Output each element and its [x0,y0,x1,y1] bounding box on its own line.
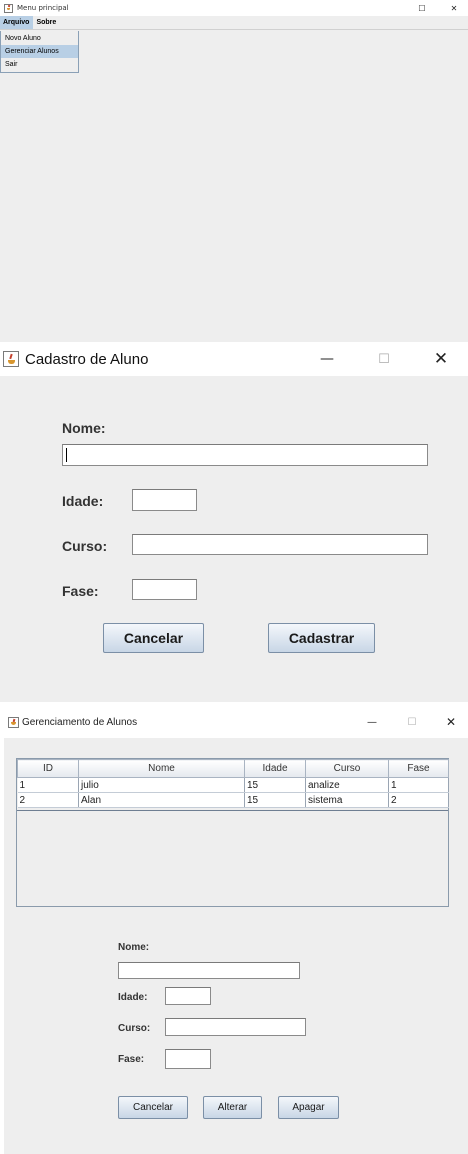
cancelar-button[interactable]: Cancelar [118,1096,188,1119]
text-cursor [66,448,67,462]
menu-bar: Arquivo Sobre [0,16,468,30]
menu-item-sair[interactable]: Sair [1,58,78,71]
nome-label: Nome: [62,420,106,436]
java-cup-icon [3,351,19,367]
title-bar: Menu principal ☐ ✕ [0,0,468,16]
idade-label: Idade: [118,992,148,1003]
cancelar-button[interactable]: Cancelar [103,623,204,653]
curso-field[interactable] [165,1018,306,1036]
minimize-icon[interactable]: — [360,706,384,738]
column-header-curso[interactable]: Curso [305,759,389,778]
table-row[interactable]: 2 Alan 15 sistema 2 [17,792,449,808]
idade-label: Idade: [62,493,104,509]
arquivo-dropdown: Novo Aluno Gerenciar Alunos Sair [0,31,79,73]
cadastrar-button[interactable]: Cadastrar [268,623,375,653]
window-title: Menu principal [17,4,69,12]
menu-arquivo[interactable]: Arquivo [0,16,34,29]
table-bottom-border [17,810,448,811]
table-cell[interactable]: 15 [244,792,306,808]
apagar-button[interactable]: Apagar [278,1096,339,1119]
title-bar: Cadastro de Aluno — ☐ ✕ [0,342,468,376]
window-title: Gerenciamento de Alunos [22,716,138,728]
table-cell[interactable]: julio [78,777,245,793]
close-icon[interactable]: ✕ [440,706,462,738]
minimize-icon[interactable]: — [312,342,342,376]
table-cell[interactable]: sistema [305,792,389,808]
column-header-idade[interactable]: Idade [244,759,306,778]
java-cup-icon [8,716,19,728]
menu-item-gerenciar-alunos[interactable]: Gerenciar Alunos [1,45,78,58]
fase-field[interactable] [132,579,197,600]
idade-field[interactable] [165,987,211,1005]
menu-principal-window: Menu principal ☐ ✕ Arquivo Sobre Novo Al… [0,0,468,342]
table-cell[interactable]: 2 [388,792,449,808]
nome-label: Nome: [118,942,150,953]
curso-label: Curso: [62,538,108,554]
curso-label: Curso: [118,1023,151,1034]
java-cup-icon [4,3,13,13]
gerenciamento-alunos-window: Gerenciamento de Alunos — ☐ ✕ ID Nome Id… [4,706,468,1154]
fase-label: Fase: [118,1054,145,1065]
menu-sobre[interactable]: Sobre [33,16,60,29]
close-icon[interactable]: ✕ [446,0,462,16]
maximize-icon[interactable]: ☐ [370,342,398,376]
table-cell[interactable]: 15 [244,777,306,793]
column-header-nome[interactable]: Nome [78,759,245,778]
column-header-id[interactable]: ID [17,759,79,778]
column-header-fase[interactable]: Fase [388,759,449,778]
table-scroll-pane[interactable]: ID Nome Idade Curso Fase 1 julio 15 anal… [16,758,449,907]
maximize-icon[interactable]: ☐ [402,706,422,738]
table-cell[interactable]: analize [305,777,389,793]
table-header: ID Nome Idade Curso Fase [17,759,449,778]
alterar-button[interactable]: Alterar [203,1096,262,1119]
menu-item-novo-aluno[interactable]: Novo Aluno [1,32,78,45]
alunos-table: ID Nome Idade Curso Fase 1 julio 15 anal… [17,759,449,808]
nome-field[interactable] [118,962,300,979]
table-row[interactable]: 1 julio 15 analize 1 [17,777,449,793]
idade-field[interactable] [132,489,197,511]
curso-field[interactable] [132,534,428,555]
maximize-icon[interactable]: ☐ [414,0,430,16]
table-cell[interactable]: 1 [388,777,449,793]
table-cell[interactable]: Alan [78,792,245,808]
window-title: Cadastro de Aluno [25,350,149,368]
fase-label: Fase: [62,583,99,599]
title-bar: Gerenciamento de Alunos — ☐ ✕ [4,706,468,738]
close-icon[interactable]: ✕ [426,342,456,376]
table-cell[interactable]: 1 [17,777,79,793]
nome-field[interactable] [62,444,428,466]
cadastro-aluno-window: Cadastro de Aluno — ☐ ✕ Nome: Idade: Cur… [0,342,468,702]
fase-field[interactable] [165,1049,211,1069]
table-cell[interactable]: 2 [17,792,79,808]
